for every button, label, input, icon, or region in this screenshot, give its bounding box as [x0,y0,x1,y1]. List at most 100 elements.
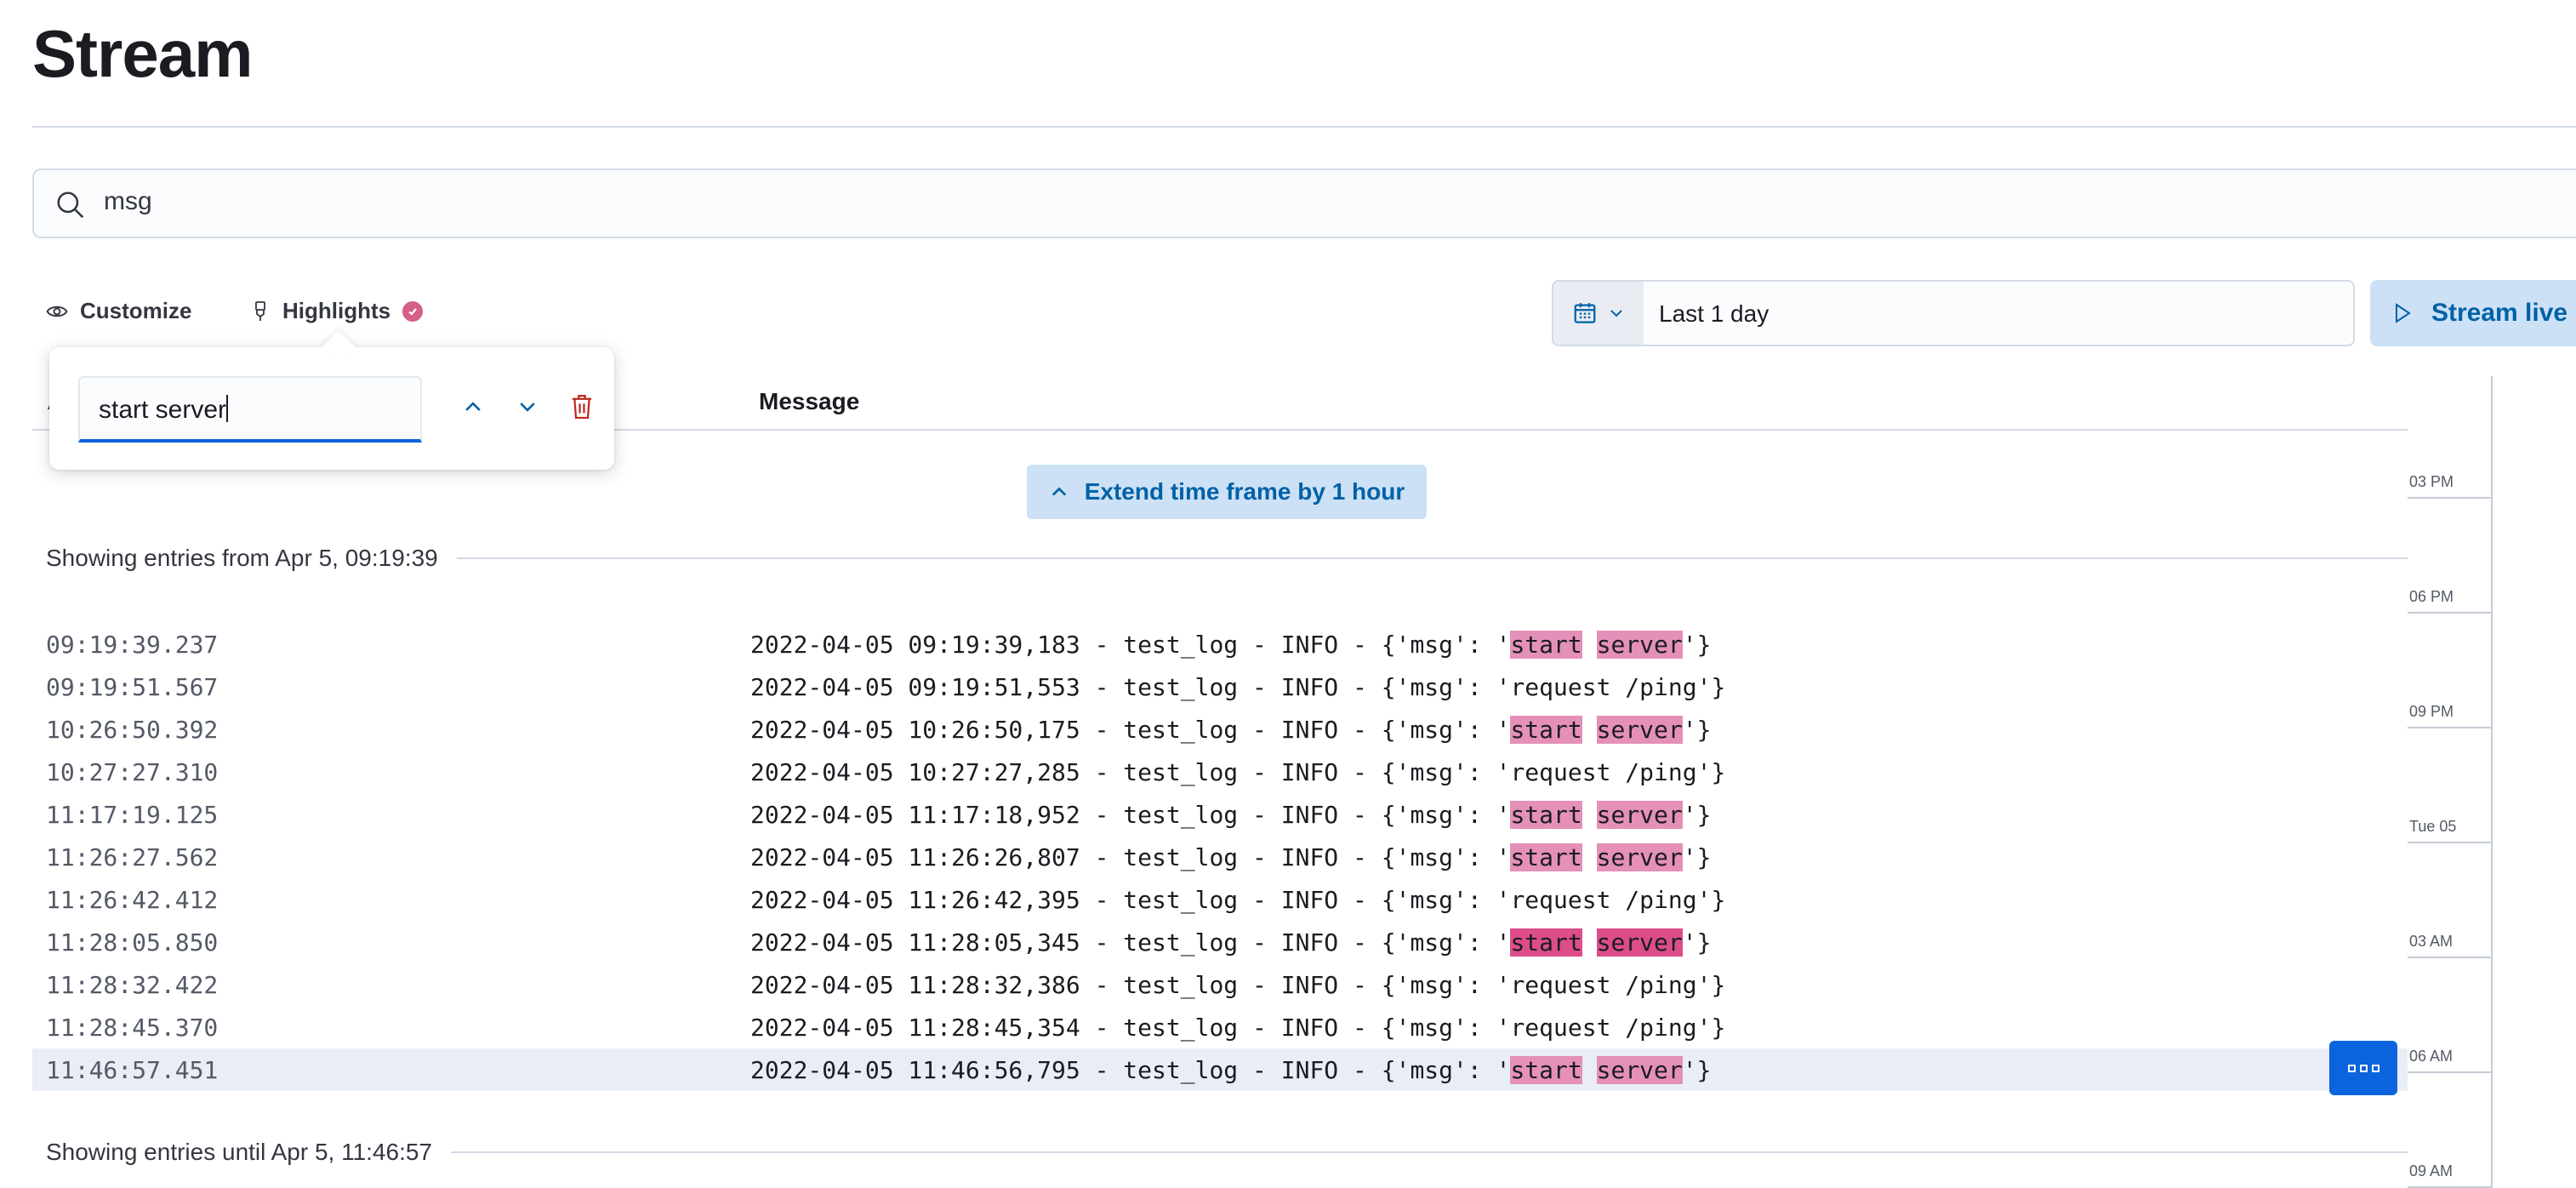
minimap-tick-line [2408,1071,2493,1073]
range-end-divider: Showing entries until Apr 5, 11:46:57 [46,1139,2408,1166]
log-row[interactable]: 11:17:19.125 2022-04-05 11:17:18,952 - te… [32,793,2408,836]
highlight-match: start [1510,631,1582,659]
log-message-text: 2022-04-05 11:28:05,345 - test_log - INF… [750,928,1511,957]
calendar-icon [1574,303,1596,323]
highlights-popover: start server [49,330,614,470]
log-message: 2022-04-05 11:28:05,345 - test_log - INF… [750,928,1711,957]
log-row[interactable]: 11:26:27.562 2022-04-05 11:26:26,807 - te… [32,836,2408,878]
highlight-term-value: start server [99,396,227,424]
highlight-match: start [1510,716,1582,744]
highlight-match: start [1510,801,1582,829]
log-timestamp: 09:19:51.567 [46,673,219,701]
customize-label: Customize [80,298,192,323]
log-message: 2022-04-05 11:26:26,807 - test_log - INF… [750,843,1711,871]
extend-time-frame-button[interactable]: Extend time frame by 1 hour [1027,465,1427,519]
date-range-value[interactable]: Last 1 day [1659,300,1769,328]
log-row[interactable]: 09:19:39.237 2022-04-05 09:19:39,183 - te… [32,623,2408,665]
log-timestamp: 11:26:42.412 [46,886,219,914]
minimap-tick-label: 06 AM [2409,1048,2453,1065]
minimap-tick-line [2408,842,2493,843]
minimap-tick-label: 03 AM [2409,933,2453,950]
highlights-button[interactable]: Highlights [250,298,424,324]
log-message-text: 2022-04-05 11:26:26,807 - test_log - INF… [750,843,1511,871]
log-row[interactable]: 11:46:57.451 2022-04-05 11:46:56,795 - te… [32,1048,2408,1091]
date-quick-menu-button[interactable] [1553,282,1644,345]
log-timestamp: 11:28:32.422 [46,971,219,999]
log-timestamp: 11:17:19.125 [46,801,219,829]
log-message-text: 2022-04-05 11:28:45,354 - test_log - INF… [750,1014,1726,1042]
log-row[interactable]: 09:19:51.567 2022-04-05 09:19:51,553 - te… [32,665,2408,708]
stream-live-button[interactable]: Stream live [2370,280,2576,346]
log-row[interactable]: 11:28:05.850 2022-04-05 11:28:05,345 - te… [32,921,2408,963]
highlight-match: server [1596,843,1683,871]
minimap-tick-label: 03 PM [2409,473,2454,490]
next-highlight-button[interactable] [510,390,544,424]
page-title: Stream [32,16,253,91]
check-badge-icon [402,300,424,322]
log-minimap[interactable]: 03 PM 06 PM 09 PM Tue 05 03 AM 06 AM 09 AM [2408,376,2576,1188]
log-message-text: 2022-04-05 09:19:39,183 - test_log - INF… [750,631,1511,659]
log-message-text: '} [1682,631,1712,659]
chevron-down-icon [520,403,535,412]
log-message-text: 2022-04-05 10:26:50,175 - test_log - INF… [750,716,1511,744]
previous-highlight-button[interactable] [456,390,490,424]
highlight-match: start [1510,843,1582,871]
dot-icon [2359,1064,2368,1072]
log-message-text: 2022-04-05 09:19:51,553 - test_log - INF… [750,673,1726,701]
text-caret [226,395,229,422]
log-message-text: '} [1682,928,1712,957]
range-start-divider: Showing entries from Apr 5, 09:19:39 [46,545,2408,572]
log-row[interactable]: 10:27:27.310 2022-04-05 10:27:27,285 - te… [32,751,2408,793]
range-start-line [456,557,2408,559]
log-message: 2022-04-05 09:19:51,553 - test_log - INF… [750,673,1725,701]
log-timestamp: 09:19:39.237 [46,631,219,659]
highlight-match: server [1596,716,1683,744]
log-timestamp: 11:28:45.370 [46,1014,219,1042]
minimap-tick-label: 09 PM [2409,703,2454,720]
minimap-tick-line [2408,957,2493,958]
highlight-match: server [1596,801,1683,829]
log-message: 2022-04-05 11:46:56,795 - test_log - INF… [750,1056,1711,1084]
highlight-term-input[interactable]: start server [78,376,422,443]
log-row[interactable]: 11:26:42.412 2022-04-05 11:26:42,395 - te… [32,878,2408,921]
highlights-label: Highlights [282,298,391,323]
log-row[interactable]: 11:28:32.422 2022-04-05 11:28:32,386 - te… [32,963,2408,1006]
search-bar[interactable]: msg [32,168,2576,238]
log-timestamp: 11:46:57.451 [46,1056,219,1084]
minimap-tick-line [2408,497,2493,499]
highlight-match: start [1510,928,1582,957]
stream-live-label: Stream live [2431,299,2568,327]
log-message: 2022-04-05 10:27:27,285 - test_log - INF… [750,758,1725,786]
minimap-tick-label: 06 PM [2409,588,2454,605]
highlight-match: server [1596,631,1683,659]
title-divider [32,126,2576,128]
minimap-tick-line [2408,727,2493,728]
trash-icon [572,394,592,420]
row-actions-button[interactable] [2329,1041,2397,1095]
range-end-line [451,1151,2408,1153]
message-column-header: Message [759,388,860,414]
highlight-match: server [1596,1056,1683,1084]
clear-highlights-button[interactable] [565,390,599,424]
log-row[interactable]: 11:28:45.370 2022-04-05 11:28:45,354 - te… [32,1006,2408,1048]
chevron-down-icon [1610,310,1622,317]
log-message-text: 2022-04-05 10:27:27,285 - test_log - INF… [750,758,1726,786]
log-message-text: 2022-04-05 11:17:18,952 - test_log - INF… [750,801,1511,829]
eye-icon [46,306,68,317]
log-message-text: 2022-04-05 11:46:56,795 - test_log - INF… [750,1056,1511,1084]
dot-icon [2347,1064,2356,1072]
dot-icon [2371,1064,2379,1072]
log-message: 2022-04-05 10:26:50,175 - test_log - INF… [750,716,1711,744]
log-message: 2022-04-05 09:19:39,183 - test_log - INF… [750,631,1711,659]
minimap-tick-label: 09 AM [2409,1162,2453,1179]
log-message: 2022-04-05 11:28:45,354 - test_log - INF… [750,1014,1725,1042]
log-message-text: '} [1682,1056,1712,1084]
highlight-match: server [1596,928,1683,957]
minimap-tick-label: Tue 05 [2409,818,2457,835]
log-timestamp: 11:28:05.850 [46,928,219,957]
search-input[interactable]: msg [104,187,152,216]
play-icon [2396,303,2411,323]
log-row[interactable]: 10:26:50.392 2022-04-05 10:26:50,175 - te… [32,708,2408,751]
customize-button[interactable]: Customize [46,298,191,324]
date-picker[interactable]: Last 1 day [1552,280,2355,346]
